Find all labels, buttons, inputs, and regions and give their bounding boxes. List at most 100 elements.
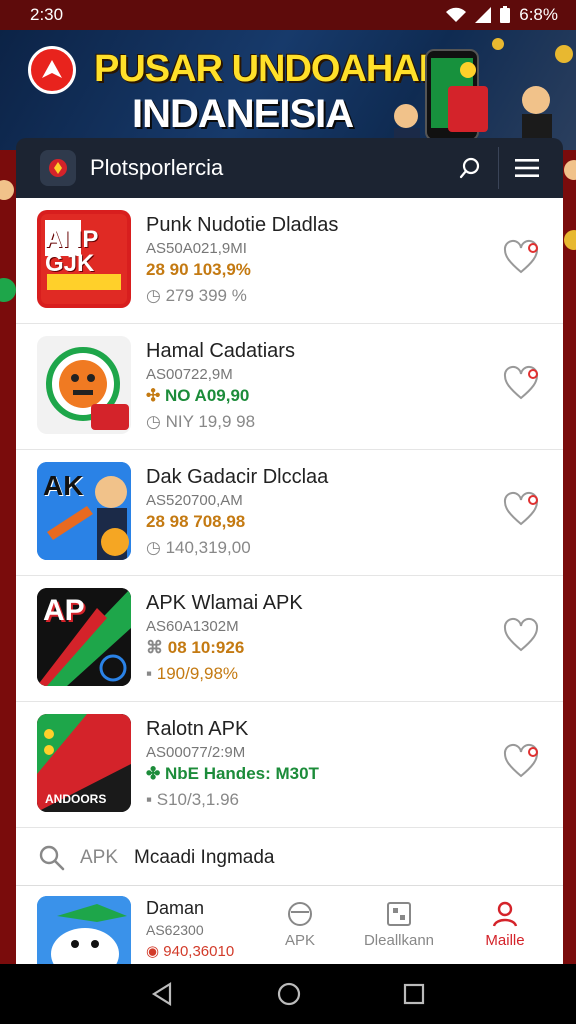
favorite-heart-icon[interactable]	[501, 616, 541, 656]
search-input[interactable]	[134, 846, 435, 869]
app-thumb-text: AK	[43, 470, 84, 501]
clock-icon: ◷	[146, 412, 166, 431]
header-divider	[498, 147, 499, 189]
favorite-heart-icon[interactable]	[501, 490, 541, 530]
app-list: AI IP GJK Punk Nudotie Dladlas AS50A021,…	[16, 198, 563, 964]
clock-icon: ◷	[146, 538, 166, 557]
app-name: Ralotn APK	[146, 718, 249, 740]
signal-icon	[475, 7, 492, 23]
app-thumb-text: AI IP GJK	[45, 226, 98, 277]
tag-icon: ✣	[146, 386, 165, 405]
app-name: Daman	[146, 898, 205, 918]
app-package-info: AS520700,AM	[146, 492, 243, 509]
app-logo-icon[interactable]	[40, 150, 76, 186]
app-rating-value: S10/3,1.96	[156, 790, 239, 809]
globe-icon	[288, 902, 312, 926]
app-rating: ◷ NIY 19,9 98	[146, 412, 255, 432]
nav-item-dleallkann[interactable]: Dleallkann	[359, 900, 439, 949]
side-decoration-left	[0, 150, 16, 370]
lock-icon: ▪	[146, 790, 157, 809]
search-icon	[459, 157, 480, 179]
app-package-info: AS00077/2:9M	[146, 744, 246, 761]
app-thumbnail: AI IP GJK	[37, 210, 131, 308]
status-bar: 2:30 6:8%	[0, 0, 576, 30]
app-list-item[interactable]: Hamal Cadatiars AS00722,9M ✣ NO A09,90 ◷…	[16, 324, 563, 450]
app-name: APK Wlamai APK	[146, 592, 303, 614]
wifi-icon	[446, 7, 467, 22]
app-name: Dak Gadacir Dlcclaa	[146, 466, 329, 488]
app-price: 28 98 708,98	[146, 512, 246, 531]
person-icon	[492, 901, 518, 927]
back-icon[interactable]	[150, 981, 176, 1007]
app-package-info: AS50A021,9MI	[146, 240, 247, 257]
app-rating: ◷ 140,319,00	[146, 538, 251, 558]
favorite-heart-icon[interactable]	[501, 742, 541, 782]
tag-icon: ⌘	[146, 638, 168, 657]
home-icon[interactable]	[276, 981, 302, 1007]
app-price: ⌘ 08 10:926	[146, 638, 244, 658]
app-price: ✣ NO A09,90	[146, 386, 249, 406]
app-thumbnail: ANDOORS	[37, 714, 131, 812]
app-rating: ▪ 190/9,98%	[146, 664, 238, 684]
side-decoration-right	[562, 150, 576, 350]
nav-item-apk[interactable]: APK	[260, 900, 340, 949]
app-package-info: AS62300	[146, 922, 204, 938]
app-rating: ◷ 279 399 %	[146, 286, 247, 306]
banner-illustration	[394, 38, 573, 150]
nav-label: Maille	[485, 932, 525, 949]
app-price: ◉ 940,36010	[146, 942, 234, 960]
battery-level: 6:8%	[519, 5, 558, 24]
bottom-area: Daman AS62300 ◉ 940,36010 APK Dleallkann…	[16, 886, 563, 964]
app-thumbnail: AP	[37, 588, 131, 686]
app-rating-value: NIY 19,9 98	[165, 412, 256, 431]
app-thumb-text: AP	[43, 594, 85, 627]
recents-icon[interactable]	[402, 982, 426, 1006]
app-rating-value: 140,319,00	[165, 538, 251, 557]
nav-item-maille[interactable]: Maille	[465, 900, 545, 949]
header-title: Plotsporlercia	[90, 155, 224, 180]
status-time: 2:30	[30, 5, 64, 24]
clock-icon: ◷	[146, 286, 166, 305]
app-rating-value: 279 399 %	[165, 286, 247, 305]
battery-icon	[500, 6, 511, 23]
app-rating-value: 190/9,98%	[156, 664, 239, 683]
favorite-heart-icon[interactable]	[501, 364, 541, 404]
search-button[interactable]	[448, 146, 492, 190]
app-price-value: 940,36010	[163, 943, 235, 960]
app-thumbnail	[37, 336, 131, 434]
app-name: Punk Nudotie Dladlas	[146, 214, 339, 236]
app-list-item[interactable]: AK Dak Gadacir Dlcclaa AS520700,AM 28 98…	[16, 450, 563, 576]
banner-title-line2: INDANEISIA	[132, 92, 354, 136]
system-navigation-bar	[0, 964, 576, 1024]
app-list-item[interactable]: AI IP GJK Punk Nudotie Dladlas AS50A021,…	[16, 198, 563, 324]
app-price: ✤ NbE Handes: M30T	[146, 764, 319, 784]
app-price-value: NO A09,90	[164, 386, 250, 405]
app-thumb-text: ANDOORS	[45, 792, 107, 806]
app-list-item[interactable]: AP APK Wlamai APK AS60A1302M ⌘ 08 10:926…	[16, 576, 563, 702]
nav-label: APK	[284, 932, 315, 949]
status-icons: 6:8%	[445, 5, 558, 25]
brand-logo-icon	[28, 46, 76, 94]
app-price-value: NbE Handes: M30T	[164, 764, 319, 783]
app-price: 28 90 103,9%	[146, 260, 251, 279]
app-package-info: AS60A1302M	[146, 618, 239, 635]
app-rating: ▪ S10/3,1.96	[146, 790, 239, 810]
app-list-item[interactable]: ANDOORS Ralotn APK AS00077/2:9M ✤ NbE Ha…	[16, 702, 563, 828]
app-price-value: 08 10:926	[167, 638, 245, 657]
menu-button[interactable]	[505, 146, 549, 190]
app-package-info: AS00722,9M	[146, 366, 233, 383]
coin-icon: ◉	[146, 943, 164, 960]
app-thumbnail[interactable]	[37, 896, 131, 964]
search-prefix: APK	[80, 846, 119, 868]
app-name: Hamal Cadatiars	[146, 340, 295, 362]
hamburger-menu-icon	[515, 159, 539, 177]
search-icon	[39, 845, 65, 870]
app-thumbnail: AK	[37, 462, 131, 560]
favorite-heart-icon[interactable]	[501, 238, 541, 278]
search-bar[interactable]: APK	[16, 830, 563, 886]
nav-label: Dleallkann	[363, 932, 435, 949]
lock-icon: ▪	[146, 664, 157, 683]
tag-icon: ✤	[146, 764, 165, 783]
promo-banner[interactable]: PUSAR UNDOAHAN INDANEISIA	[0, 30, 576, 150]
app-header: Plotsporlercia	[16, 138, 563, 198]
